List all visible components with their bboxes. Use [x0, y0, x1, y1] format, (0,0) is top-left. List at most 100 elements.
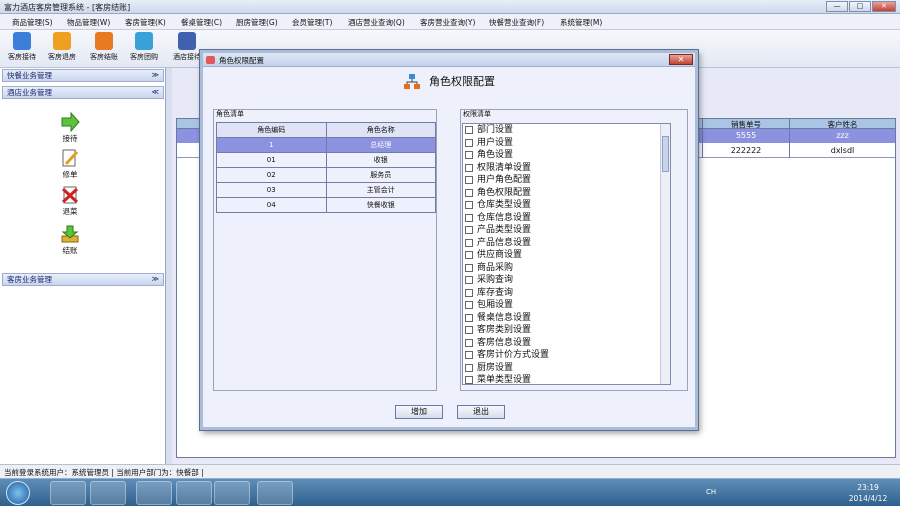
checkbox[interactable]	[465, 313, 473, 322]
checkbox[interactable]	[465, 163, 473, 172]
permission-item[interactable]: 角色设置	[463, 149, 670, 162]
exit-button[interactable]: 退出	[457, 405, 505, 419]
room-group-button[interactable]: 客房团购	[124, 32, 164, 66]
room-checkout-button[interactable]: 客房退房	[42, 32, 82, 66]
permission-label: 包厢设置	[477, 300, 514, 310]
permission-item[interactable]: 库存查询	[463, 287, 670, 300]
checkbox[interactable]	[465, 226, 473, 234]
roles-table: 角色编码 角色名称 1 总经理 01 收银 02 服务员 03 主管会计 04 快餐收银	[216, 122, 436, 213]
menu-hotel-query[interactable]: 酒店营业查询(Q)	[348, 17, 405, 28]
checkbox[interactable]	[465, 363, 473, 372]
menu-tables[interactable]: 餐桌管理(C)	[181, 17, 222, 28]
checkbox[interactable]	[465, 188, 473, 197]
table-cell: 5555	[735, 131, 757, 140]
tools-taskbar-icon[interactable]	[136, 481, 172, 505]
role-code: 04	[216, 197, 327, 213]
permission-item[interactable]: 仓库类型设置	[463, 199, 670, 212]
checkbox[interactable]	[465, 326, 473, 334]
permission-item[interactable]: 厨房设置	[463, 362, 670, 375]
permission-item[interactable]: 采购查询	[463, 274, 670, 287]
chrome-taskbar-icon[interactable]	[50, 481, 86, 505]
menu-items[interactable]: 物品管理(W)	[67, 17, 110, 28]
menu-fastfood-query[interactable]: 快餐营业查询(F)	[489, 17, 544, 28]
permission-item[interactable]: 仓库信息设置	[463, 212, 670, 225]
table-row[interactable]: 01 收银	[216, 152, 436, 168]
permission-item[interactable]: 供应商设置	[463, 249, 670, 262]
table-row[interactable]: 04 快餐收银	[216, 197, 436, 213]
section-fastfood[interactable]: 快餐业务管理 ≫	[2, 69, 164, 82]
section-rooms[interactable]: 客房业务管理 ≫	[2, 273, 164, 286]
explorer-taskbar-icon[interactable]	[90, 481, 126, 505]
nav-return[interactable]: 退菜	[50, 185, 90, 217]
room-group-label: 客房团购	[130, 53, 158, 61]
input-lang[interactable]: CH	[706, 488, 716, 496]
table-row[interactable]: 1 总经理	[216, 137, 436, 153]
permission-item[interactable]: 客房类别设置	[463, 324, 670, 337]
table-row[interactable]: 03 主管会计	[216, 182, 436, 198]
start-button[interactable]	[6, 481, 30, 505]
checkbox[interactable]	[465, 201, 473, 209]
scrollbar-thumb[interactable]	[662, 136, 669, 172]
checkbox[interactable]	[465, 138, 473, 147]
permission-item[interactable]: 用户角色配置	[463, 174, 670, 187]
clock-time[interactable]: 23:19	[846, 483, 890, 492]
permission-label: 供应商设置	[477, 250, 523, 260]
checkbox[interactable]	[465, 151, 473, 159]
maximize-button[interactable]: □	[849, 1, 871, 12]
menu-room-query[interactable]: 客房营业查询(Y)	[420, 17, 475, 28]
nav-reception[interactable]: 接待	[50, 111, 90, 144]
permission-item[interactable]: 用户设置	[463, 137, 670, 150]
checkbox[interactable]	[465, 213, 473, 222]
section-hotel[interactable]: 酒店业务管理 ≪	[2, 86, 164, 99]
checkbox[interactable]	[465, 251, 473, 259]
permission-item[interactable]: 菜单类型设置	[463, 374, 670, 384]
checkbox[interactable]	[465, 376, 473, 384]
menu-goods[interactable]: 商品管理(S)	[12, 17, 53, 28]
photoshop-taskbar-icon[interactable]	[257, 481, 293, 505]
app-taskbar-icon[interactable]	[176, 481, 212, 505]
table-row[interactable]: 02 服务员	[216, 167, 436, 183]
menu-bar: 商品管理(S) 物品管理(W) 客房管理(K) 餐桌管理(C) 厨房管理(G) …	[0, 14, 900, 30]
permission-item[interactable]: 商品采购	[463, 262, 670, 275]
app-titlebar	[0, 0, 900, 14]
checkbox[interactable]	[465, 126, 473, 134]
dialog-close-button[interactable]: ✕	[669, 54, 693, 65]
checkbox[interactable]	[465, 276, 473, 284]
roles-header-name: 角色名称	[325, 122, 436, 138]
checkbox[interactable]	[465, 238, 473, 247]
close-button[interactable]: ✕	[872, 1, 896, 12]
permission-item[interactable]: 客房计价方式设置	[463, 349, 670, 362]
menu-kitchen[interactable]: 厨房管理(G)	[236, 17, 278, 28]
room-billing-button[interactable]: 客房结账	[84, 32, 124, 66]
checkbox[interactable]	[465, 351, 473, 359]
media-taskbar-icon[interactable]	[214, 481, 250, 505]
permission-label: 采购查询	[477, 275, 514, 285]
permission-item[interactable]: 餐桌信息设置	[463, 312, 670, 325]
menu-rooms[interactable]: 客房管理(K)	[125, 17, 166, 28]
permission-item[interactable]: 部门设置	[463, 124, 670, 137]
menu-system[interactable]: 系统管理(M)	[560, 17, 602, 28]
nav-settle[interactable]: 结账	[50, 224, 90, 256]
permission-item[interactable]: 权限清单设置	[463, 162, 670, 175]
add-button[interactable]: 增加	[395, 405, 443, 419]
permissions-scrollbar[interactable]	[660, 124, 670, 384]
permission-item[interactable]: 角色权限配置	[463, 187, 670, 200]
menu-members[interactable]: 会员管理(T)	[292, 17, 332, 28]
clock-date[interactable]: 2014/4/12	[844, 494, 892, 503]
nav-edit[interactable]: 修单	[50, 148, 90, 180]
role-name: 主管会计	[325, 182, 436, 198]
checkbox[interactable]	[465, 176, 473, 184]
permission-item[interactable]: 包厢设置	[463, 299, 670, 312]
permission-item[interactable]: 客房信息设置	[463, 337, 670, 350]
app-title: 富力酒店客房管理系统 - [客房结账]	[4, 3, 131, 12]
room-reception-button[interactable]: 客房接待	[2, 32, 42, 66]
checkbox[interactable]	[465, 301, 473, 309]
checkbox[interactable]	[465, 263, 473, 272]
permission-item[interactable]: 产品类型设置	[463, 224, 670, 237]
checkbox[interactable]	[465, 288, 473, 297]
permission-label: 用户设置	[477, 137, 514, 148]
minimize-button[interactable]: —	[826, 1, 848, 12]
permission-item[interactable]: 产品信息设置	[463, 237, 670, 250]
dialog-heading-text: 角色权限配置	[429, 75, 495, 88]
checkbox[interactable]	[465, 338, 473, 347]
